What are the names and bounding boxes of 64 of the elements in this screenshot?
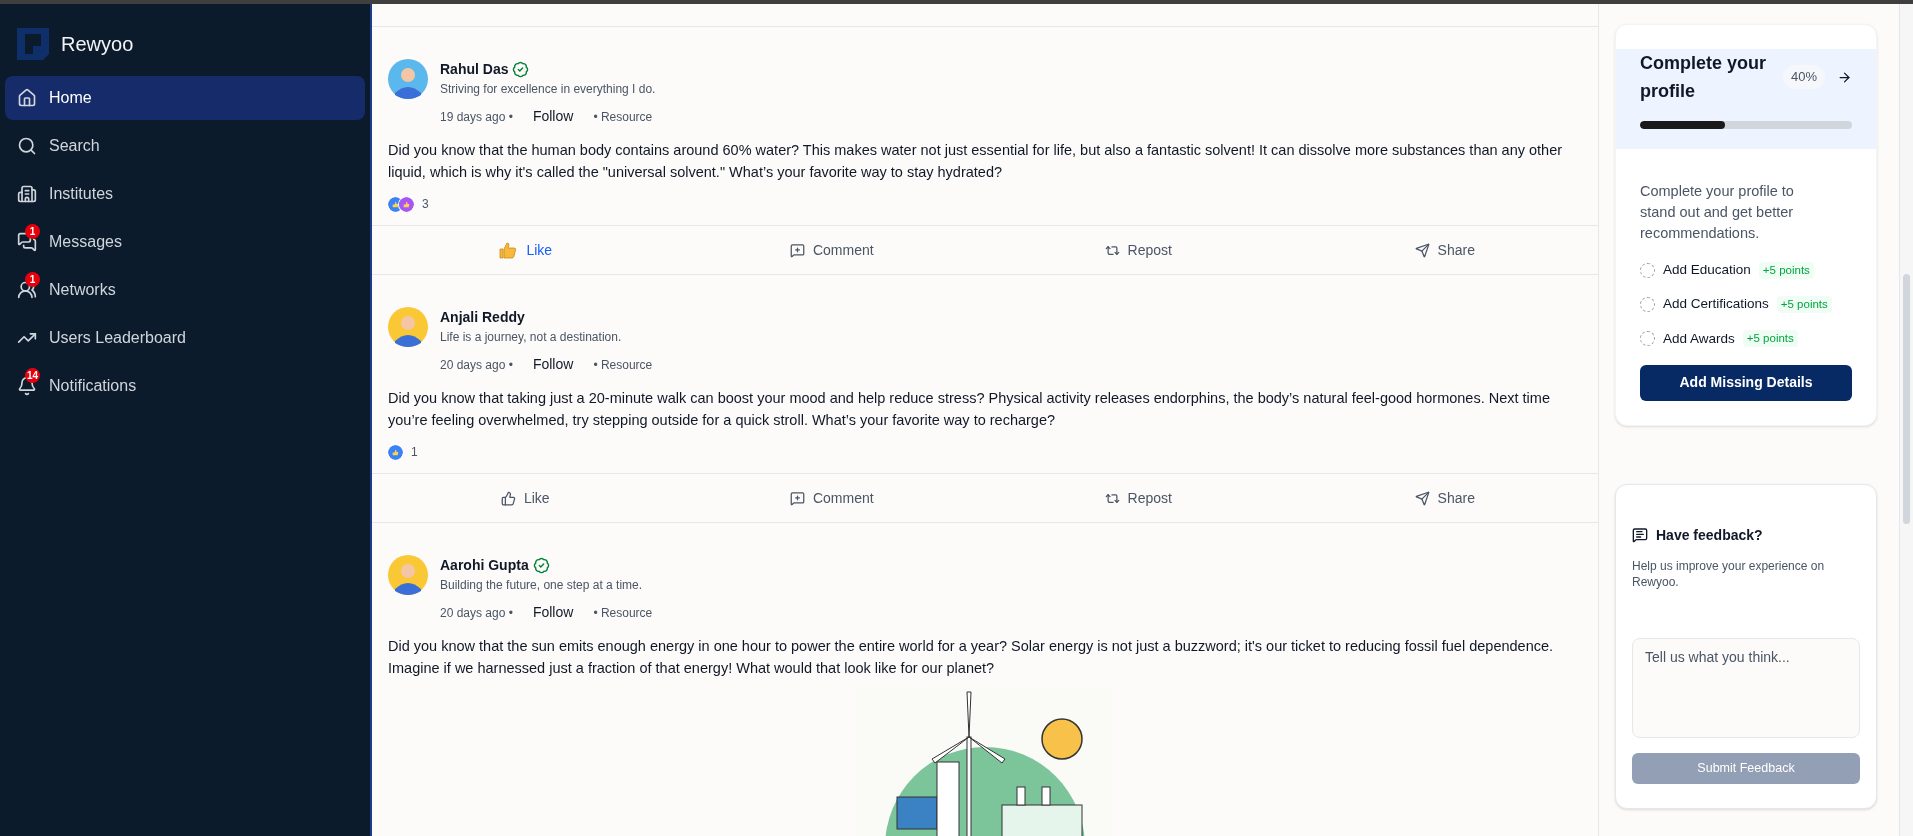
follow-button[interactable]: Follow — [532, 354, 574, 375]
repost-button[interactable]: Repost — [985, 474, 1292, 522]
nav-item[interactable]: 14 Notifications — [5, 364, 365, 408]
nav-item[interactable]: 1 Messages — [5, 220, 365, 264]
feedback-icon — [1632, 527, 1648, 544]
reaction-count[interactable]: 3 — [422, 195, 429, 213]
card-title: Complete your profile — [1640, 52, 1768, 103]
comment-button[interactable]: Comment — [678, 474, 985, 522]
like-button[interactable]: Like — [372, 226, 679, 274]
count-badge: 1 — [25, 272, 40, 287]
brand-name[interactable]: Rewyoo — [61, 29, 134, 59]
author-tagline: Striving for excellence in everything I do. — [440, 81, 656, 98]
author-name[interactable]: Anjali Reddy — [440, 307, 525, 328]
send-icon — [1414, 490, 1430, 506]
building-icon — [17, 184, 37, 204]
comment-icon — [789, 490, 805, 506]
nav-item[interactable]: Users Leaderboard — [5, 316, 365, 360]
comment-icon — [789, 242, 805, 258]
share-button[interactable]: Share — [1291, 226, 1598, 274]
author-tagline: Life is a journey, not a destination. — [440, 329, 623, 346]
points-badge: +5 points — [1742, 330, 1798, 348]
post-category: • Resource — [593, 604, 653, 622]
task-label[interactable]: Add Education — [1663, 260, 1751, 281]
nav-item[interactable]: Institutes — [5, 172, 365, 216]
repost-button[interactable]: Repost — [985, 226, 1292, 274]
thumbs-up-icon — [498, 240, 519, 260]
author-name[interactable]: Rahul Das — [440, 59, 509, 80]
points-badge: +5 points — [1776, 295, 1832, 313]
percent-pill: 40% — [1782, 65, 1825, 89]
home-icon — [17, 88, 37, 108]
post-category: • Resource — [593, 108, 653, 126]
logo-icon — [17, 28, 49, 60]
like-button[interactable]: Like — [372, 474, 679, 522]
search-icon — [17, 136, 37, 156]
card-description: Complete your profile to stand out and get better recommendations. — [1640, 182, 1795, 243]
post-time: 20 days ago • — [440, 604, 513, 622]
task-label[interactable]: Add Awards — [1663, 328, 1735, 349]
post-category: • Resource — [593, 356, 653, 374]
task-label[interactable]: Add Certifications — [1663, 294, 1769, 315]
post-text: Did you know that the human body contains around 60% water? This makes water not just essential for life, but also a fantastic solvent! It can dissolve more substances than any other liquid, which is why it's called the "universal solvent." What’s your favorite way to stay hydrated? — [388, 141, 1564, 182]
post-time: 20 days ago • — [440, 356, 513, 374]
nav-item[interactable]: Home — [5, 76, 365, 120]
post-time: 19 days ago • — [440, 108, 513, 126]
count-badge: 14 — [25, 368, 41, 383]
add-missing-details-button[interactable]: Add Missing Details — [1640, 364, 1852, 401]
points-badge: +5 points — [1758, 261, 1814, 279]
scrollbar-thumb[interactable] — [1903, 274, 1910, 524]
follow-button[interactable]: Follow — [532, 602, 574, 623]
nav-item[interactable]: 1 Networks — [5, 268, 365, 312]
post-text: Did you know that taking just a 20-minute walk can boost your mood and help reduce stress? Physical activity releases endorphins, the body’s natural feel-good hormones. Next time you’re feeling overwhelmed, try stepping outside for a quick stroll. What’s your favorite way to recharge? — [388, 389, 1551, 430]
thumbs-up-icon — [500, 490, 516, 506]
share-button[interactable]: Share — [1291, 474, 1598, 522]
reaction-count[interactable]: 1 — [411, 443, 418, 461]
feedback-description: Help us improve your experience on Rewyoo. — [1632, 557, 1826, 590]
comment-button[interactable]: Comment — [678, 226, 985, 274]
send-icon — [1414, 242, 1430, 258]
post-text: Did you know that the sun emits enough energy in one hour to power the entire world for a year? Solar energy is not just a buzzword; it's our ticket to reducing fossil fuel dependence. Imagine if we harnessed just a fraction of that energy! What would that look like for our planet? — [388, 637, 1555, 678]
arrow-right-icon[interactable] — [1837, 69, 1852, 85]
follow-button[interactable]: Follow — [532, 106, 574, 127]
nav-item[interactable]: Search — [5, 124, 365, 168]
feedback-title: Have feedback? — [1656, 525, 1763, 545]
count-badge: 1 — [25, 224, 40, 239]
author-tagline: Building the future, one step at a time. — [440, 577, 644, 594]
author-name[interactable]: Aarohi Gupta — [440, 555, 529, 576]
